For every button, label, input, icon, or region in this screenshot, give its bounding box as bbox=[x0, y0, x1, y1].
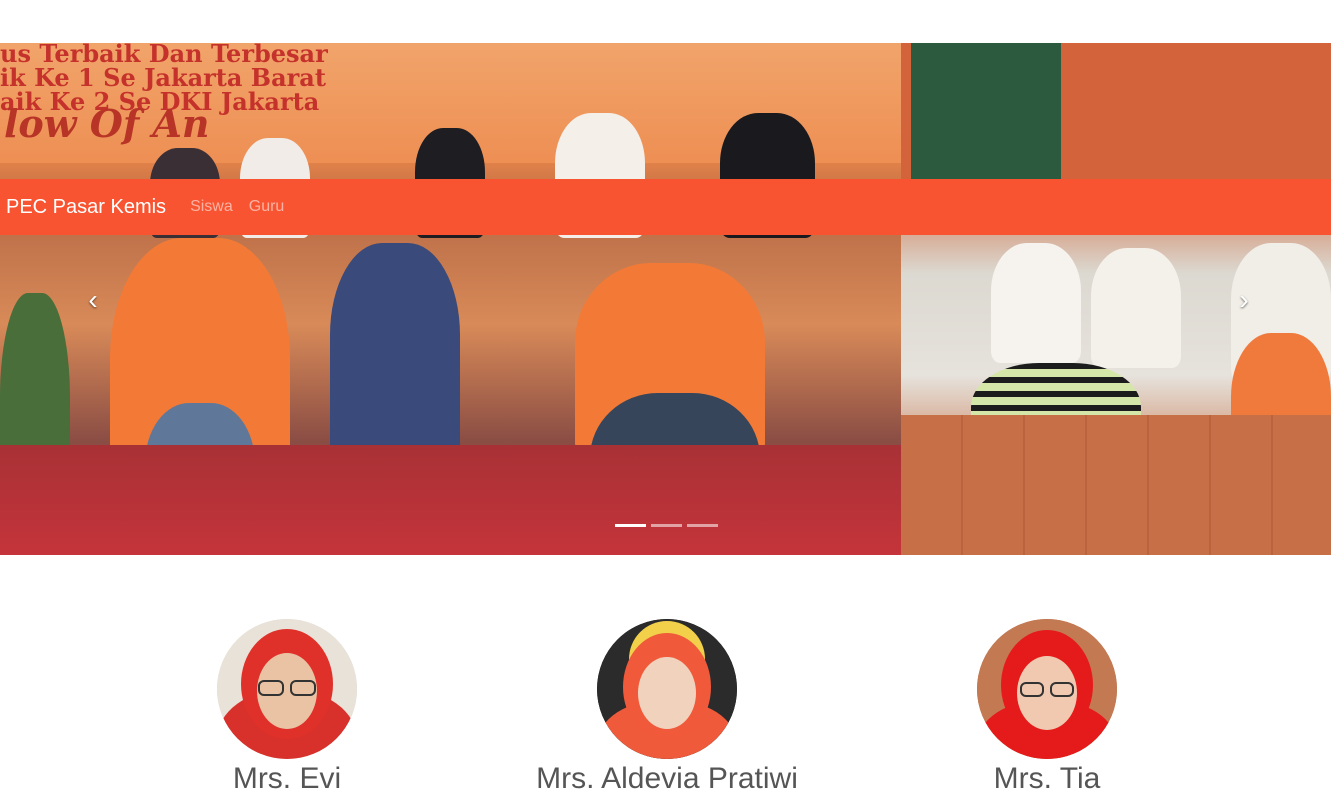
child-figure bbox=[330, 243, 460, 473]
banner-script-text: low Of An bbox=[4, 101, 210, 146]
teacher-portrait bbox=[217, 619, 357, 759]
carousel-slide-photo-right bbox=[901, 43, 1331, 555]
teacher-card: Mrs. Tia bbox=[867, 619, 1227, 796]
teacher-name: Mrs. Tia bbox=[993, 762, 1101, 795]
nav-link-siswa[interactable]: Siswa bbox=[190, 198, 233, 216]
hero-carousel: us Terbaik Dan Terbesar ik Ke 1 Se Jakar… bbox=[0, 43, 1331, 555]
carousel-prev-button[interactable]: ‹ bbox=[78, 285, 108, 315]
teacher-avatar bbox=[977, 619, 1117, 759]
top-navbar: PEC Pasar Kemis Siswa Guru bbox=[0, 179, 1331, 235]
carousel-slide-photo-left: us Terbaik Dan Terbesar ik Ke 1 Se Jakar… bbox=[0, 43, 901, 555]
chevron-right-icon: › bbox=[1239, 284, 1249, 315]
teacher-portrait bbox=[977, 619, 1117, 759]
teacher-name: Mrs. Evi bbox=[232, 762, 342, 795]
teacher-avatar bbox=[597, 619, 737, 759]
nav-link-guru[interactable]: Guru bbox=[249, 198, 285, 216]
chevron-left-icon: ‹ bbox=[88, 284, 98, 315]
carousel-indicators bbox=[615, 524, 718, 527]
child-figure bbox=[1091, 248, 1181, 368]
carousel-next-button[interactable]: › bbox=[1229, 285, 1259, 315]
child-figure bbox=[991, 243, 1081, 363]
tile-floor bbox=[901, 415, 1331, 555]
carousel-indicator-2[interactable] bbox=[651, 524, 682, 527]
teacher-avatar bbox=[217, 619, 357, 759]
teacher-portrait bbox=[597, 619, 737, 759]
carousel-indicator-3[interactable] bbox=[687, 524, 718, 527]
stage-carpet bbox=[0, 445, 901, 555]
carousel-indicator-1[interactable] bbox=[615, 524, 646, 527]
teacher-card: Mrs. Aldevia Pratiwi bbox=[487, 619, 847, 796]
navbar-brand[interactable]: PEC Pasar Kemis bbox=[6, 196, 166, 219]
teacher-name: Mrs. Aldevia Pratiwi bbox=[536, 762, 798, 795]
teacher-card: Mrs. Evi bbox=[107, 619, 467, 796]
